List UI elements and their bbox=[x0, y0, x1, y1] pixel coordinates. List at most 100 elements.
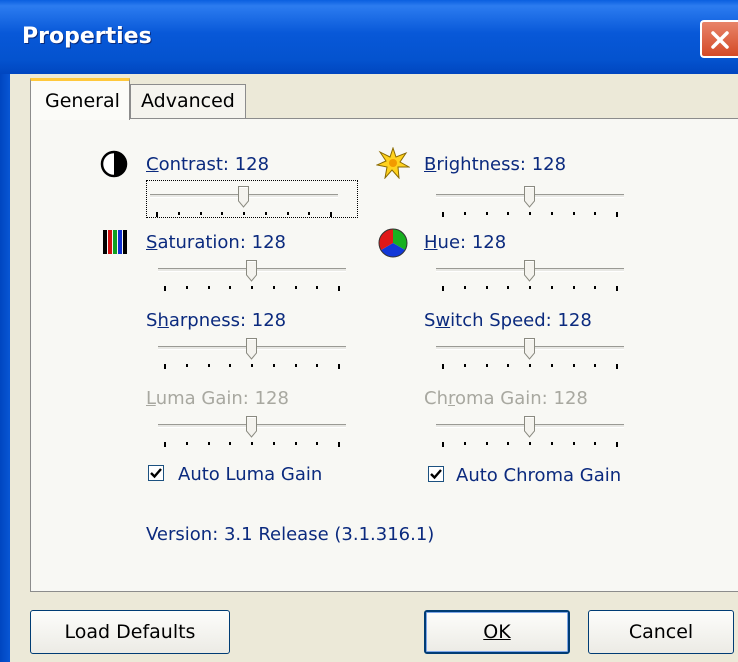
slider-tick bbox=[616, 286, 618, 291]
slider-tick bbox=[164, 364, 166, 369]
contrast-slider[interactable] bbox=[150, 186, 338, 220]
chroma-gain-label: Chroma Gain: 128 bbox=[424, 388, 588, 409]
slider-tick bbox=[594, 364, 597, 367]
slider-tick bbox=[207, 364, 210, 367]
slider-tick bbox=[308, 212, 311, 215]
saturation-icon bbox=[103, 230, 127, 254]
contrast-label: Contrast: 128 bbox=[146, 154, 270, 175]
auto-chroma-gain-checkbox[interactable]: Auto Chroma Gain bbox=[428, 465, 648, 487]
switch-speed-slider[interactable] bbox=[436, 338, 624, 372]
slider-tick bbox=[294, 442, 297, 445]
slider-tick bbox=[264, 212, 267, 215]
close-icon bbox=[711, 31, 729, 49]
slider-thumb[interactable] bbox=[524, 416, 536, 438]
slider-tick bbox=[286, 212, 289, 215]
brightness-label: Brightness: 128 bbox=[424, 154, 567, 175]
slider-tick bbox=[463, 442, 466, 445]
slider-tick bbox=[316, 364, 319, 367]
slider-tick bbox=[485, 364, 488, 367]
slider-tick bbox=[507, 442, 510, 445]
chroma-gain-slider[interactable] bbox=[436, 416, 624, 450]
close-button[interactable] bbox=[700, 20, 738, 58]
slider-thumb[interactable] bbox=[246, 416, 258, 438]
auto-luma-gain-label: Auto Luma Gain bbox=[178, 464, 323, 485]
slider-tick bbox=[594, 442, 597, 445]
sharpness-slider[interactable] bbox=[158, 338, 346, 372]
slider-thumb[interactable] bbox=[246, 260, 258, 282]
tab-general[interactable]: General bbox=[30, 78, 130, 120]
checkmark-icon bbox=[150, 468, 162, 479]
chroma-gain-value: 128 bbox=[553, 388, 588, 409]
general-tab-panel bbox=[30, 118, 738, 592]
auto-chroma-gain-label: Auto Chroma Gain bbox=[456, 465, 622, 486]
slider-tick bbox=[507, 364, 510, 367]
slider-tick bbox=[229, 286, 232, 289]
tab-advanced[interactable]: Advanced bbox=[130, 84, 246, 118]
slider-thumb[interactable] bbox=[246, 338, 258, 360]
saturation-slider[interactable] bbox=[158, 260, 346, 294]
auto-chroma-checkbox-box[interactable] bbox=[428, 466, 444, 482]
slider-tick bbox=[221, 212, 224, 215]
slider-tick bbox=[529, 364, 531, 367]
load-defaults-button[interactable]: Load Defaults bbox=[30, 610, 230, 654]
sharpness-value: 128 bbox=[251, 310, 287, 331]
hue-label: Hue: 128 bbox=[424, 232, 507, 253]
slider-tick bbox=[550, 212, 553, 215]
ok-button[interactable]: OK bbox=[424, 610, 570, 654]
slider-tick bbox=[185, 442, 188, 445]
slider-tick bbox=[272, 442, 275, 445]
slider-tick bbox=[485, 212, 488, 215]
slider-tick bbox=[177, 212, 180, 215]
version-text: Version: 3.1 Release (3.1.316.1) bbox=[146, 524, 435, 545]
slider-tick bbox=[207, 442, 210, 445]
luma-gain-slider[interactable] bbox=[158, 416, 346, 450]
slider-tick bbox=[243, 212, 245, 215]
slider-thumb[interactable] bbox=[524, 260, 536, 282]
slider-tick bbox=[529, 286, 531, 289]
cancel-button[interactable]: Cancel bbox=[588, 610, 734, 654]
slider-tick bbox=[463, 212, 466, 215]
slider-tick bbox=[338, 286, 340, 291]
properties-dialog: Properties General Advanced Contrast: 12… bbox=[0, 0, 738, 662]
title-bar[interactable]: Properties bbox=[0, 0, 738, 74]
slider-tick bbox=[550, 442, 553, 445]
slider-tick bbox=[442, 286, 444, 291]
auto-luma-checkbox-box[interactable] bbox=[148, 465, 164, 481]
slider-tick bbox=[185, 286, 188, 289]
slider-tick bbox=[156, 212, 158, 217]
saturation-value: 128 bbox=[251, 232, 287, 253]
slider-tick bbox=[338, 364, 340, 369]
window-frame bbox=[0, 74, 10, 662]
contrast-icon bbox=[100, 150, 128, 178]
brightness-icon bbox=[376, 147, 410, 179]
slider-tick bbox=[442, 364, 444, 369]
slider-tick bbox=[294, 286, 297, 289]
slider-tick bbox=[463, 364, 466, 367]
slider-tick bbox=[251, 286, 253, 289]
slider-tick bbox=[572, 212, 575, 215]
slider-tick bbox=[229, 364, 232, 367]
auto-luma-gain-checkbox[interactable]: Auto Luma Gain bbox=[148, 464, 348, 486]
slider-tick bbox=[316, 286, 319, 289]
hue-icon bbox=[378, 228, 408, 258]
slider-tick bbox=[507, 212, 510, 215]
slider-thumb[interactable] bbox=[524, 186, 536, 208]
slider-tick bbox=[164, 286, 166, 291]
slider-tick bbox=[485, 442, 488, 445]
slider-thumb[interactable] bbox=[238, 186, 250, 208]
slider-tick bbox=[251, 442, 253, 445]
luma-gain-label: Luma Gain: 128 bbox=[146, 388, 289, 409]
slider-tick bbox=[251, 364, 253, 367]
slider-thumb[interactable] bbox=[524, 338, 536, 360]
slider-tick bbox=[463, 286, 466, 289]
brightness-slider[interactable] bbox=[436, 186, 624, 220]
luma-gain-value: 128 bbox=[254, 388, 289, 409]
slider-tick bbox=[594, 286, 597, 289]
window-title: Properties bbox=[22, 24, 152, 49]
slider-tick bbox=[572, 286, 575, 289]
slider-tick bbox=[529, 212, 531, 215]
slider-tick bbox=[294, 364, 297, 367]
hue-slider[interactable] bbox=[436, 260, 624, 294]
slider-tick bbox=[550, 286, 553, 289]
slider-tick bbox=[616, 442, 618, 447]
